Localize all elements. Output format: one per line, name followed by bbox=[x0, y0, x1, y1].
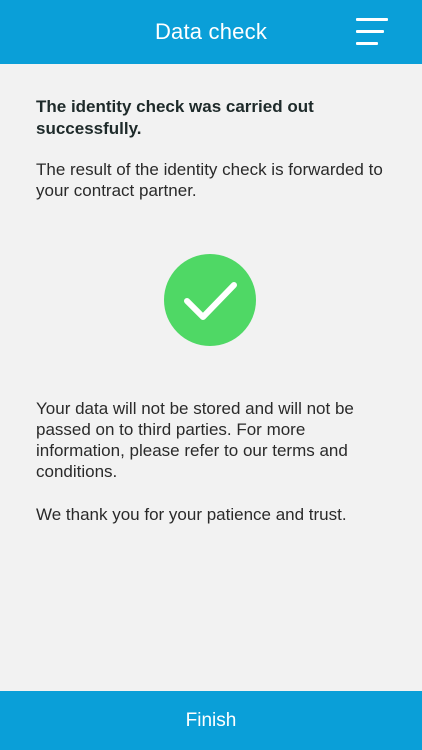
privacy-notice: Your data will not be stored and will no… bbox=[36, 399, 354, 481]
page-title: Data check bbox=[154, 19, 268, 44]
forwarding-notice: The result of the identity check is forw… bbox=[36, 160, 383, 200]
app-header: Data check bbox=[0, 0, 422, 64]
info-section: Your data will not be stored and will no… bbox=[36, 398, 396, 525]
thanks-message: We thank you for your patience and trust… bbox=[36, 505, 347, 524]
success-check-icon bbox=[164, 254, 256, 346]
menu-button[interactable] bbox=[356, 17, 388, 47]
result-summary: The identity check was carried out succe… bbox=[36, 96, 392, 201]
finish-button[interactable]: Finish bbox=[0, 691, 422, 750]
success-heading: The identity check was carried out succe… bbox=[36, 97, 314, 138]
